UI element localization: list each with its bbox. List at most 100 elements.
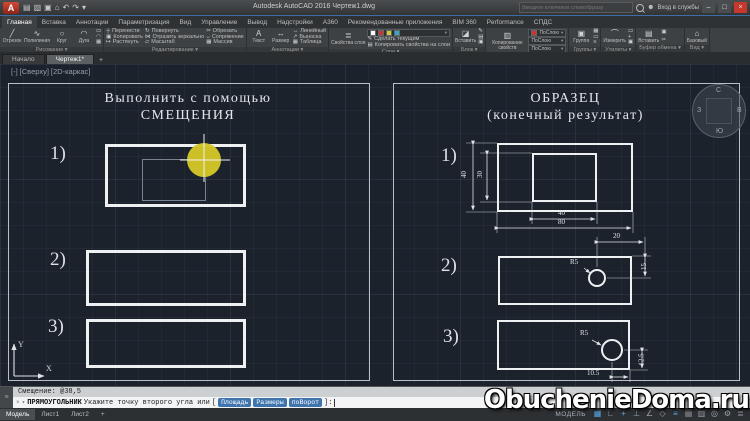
ribbon-tab[interactable]: Главная xyxy=(2,16,37,28)
button-label: Базовый xyxy=(686,37,707,44)
ribbon-tab[interactable]: Аннотации xyxy=(71,16,114,28)
autocad-logo-icon[interactable]: A xyxy=(3,1,19,14)
copy-props-to-layer-button[interactable]: ▤ Копировать свойства на слои xyxy=(367,42,450,49)
viewcube-west-label[interactable]: З xyxy=(697,107,701,114)
ribbon-tab[interactable]: Надстройки xyxy=(272,16,318,28)
table-tool[interactable]: ▦ Таблица xyxy=(292,39,326,46)
option-area[interactable]: Площадь xyxy=(218,398,252,407)
lineweight-combo[interactable]: ПоСлою ▾ xyxy=(528,45,567,52)
object-color-combo[interactable]: ПоСлою ▾ xyxy=(528,29,567,37)
plot-icon[interactable]: ⌂ xyxy=(55,2,60,14)
ribbon-tab[interactable]: A360 xyxy=(318,16,343,28)
open-file-icon[interactable]: ▧ xyxy=(34,2,42,14)
left-fig2-rect[interactable] xyxy=(86,250,246,306)
active-command-name: ПРЯМОУГОЛЬНИК xyxy=(27,398,82,407)
button-label: Текст xyxy=(252,38,266,45)
copy-clip-button[interactable]: ▣ xyxy=(661,29,666,36)
command-line-grip-icon[interactable]: ≡ xyxy=(0,387,13,408)
viewport-menu-control[interactable]: [-] xyxy=(11,67,18,76)
option-rotation[interactable]: поВорот xyxy=(288,398,323,407)
right-fig3-circle[interactable] xyxy=(601,339,623,361)
viewcube-east-label[interactable]: В xyxy=(737,107,742,114)
redo-icon[interactable]: ↷ xyxy=(72,2,79,14)
dim-fig1-inner-width: 40 xyxy=(558,209,565,217)
layout-tab-лист1[interactable]: Лист1 xyxy=(35,409,65,420)
cancel-command-icon[interactable]: × xyxy=(16,399,20,406)
dimension-tool[interactable]: ↔ Размер xyxy=(271,28,291,47)
ribbon-panel: ┼ Перенести ▣ Копировать ↦ Растянуть ↻ Повернут… xyxy=(104,28,247,52)
viewcube-south-label[interactable]: Ю xyxy=(716,128,723,135)
right-fig2-circle[interactable] xyxy=(588,269,606,287)
stretch-tool[interactable]: ↦ Растянуть xyxy=(106,39,143,46)
text-tool[interactable]: A Текст xyxy=(249,28,269,47)
ribbon-tab[interactable]: Рекомендованные приложения xyxy=(343,16,447,28)
viewcube[interactable]: С Ю В З xyxy=(692,84,746,138)
calculator-button[interactable]: ▣ xyxy=(628,39,633,46)
layer-properties-button[interactable]: ≣ Свойства слоя xyxy=(331,28,365,49)
help-search-input[interactable] xyxy=(519,2,634,13)
arc-tool-icon: ◠ xyxy=(80,29,88,39)
group-manager-button[interactable]: ≡ xyxy=(593,39,598,46)
ribbon-tab[interactable]: Параметризация xyxy=(113,16,174,28)
ucs-x-label: X xyxy=(46,364,52,373)
new-file-icon[interactable]: ▤ xyxy=(23,2,31,14)
ribbon-tab[interactable]: Управление xyxy=(196,16,242,28)
cut-clip-button[interactable]: ✂ xyxy=(661,37,666,44)
minimize-button[interactable]: – xyxy=(702,2,715,13)
recent-commands-icon[interactable]: ▾ xyxy=(22,399,26,406)
layout-tab-лист2[interactable]: Лист2 xyxy=(65,409,95,420)
hatch-tool[interactable]: ▦ xyxy=(96,39,101,46)
create-block-button[interactable]: ▣ xyxy=(478,39,483,46)
ribbon-tab[interactable]: Вставка xyxy=(37,16,71,28)
layout-tab-+[interactable]: + xyxy=(95,409,111,420)
window-title: Autodesk AutoCAD 2016 Чертеж1.dwg xyxy=(253,3,375,10)
array-tool[interactable]: ▦ Массив xyxy=(206,39,244,46)
polyline-tool[interactable]: ∿ Полилиния xyxy=(24,28,50,47)
viewcube-north-label[interactable]: С xyxy=(716,87,721,94)
ribbon-tab[interactable]: BIM 360 xyxy=(447,16,481,28)
ribbon-tab[interactable]: Вывод xyxy=(242,16,272,28)
viewcube-face[interactable] xyxy=(706,98,732,124)
panel-label[interactable]: Вид ▾ xyxy=(684,45,709,52)
ribbon-tab[interactable]: Performance xyxy=(482,16,529,28)
measure-button[interactable]: ⌒ Измерить xyxy=(603,28,626,47)
arc-tool[interactable]: ◠ Дуга xyxy=(74,28,94,47)
base-view-button[interactable]: ⌂ Базовый xyxy=(687,28,707,45)
search-icon[interactable] xyxy=(636,3,645,12)
file-tab-bar: Начало Чертеж1* + xyxy=(0,52,750,64)
right-fig1-inner-rect[interactable] xyxy=(532,153,597,202)
layout-tabs: Модель Лист1 Лист2 + xyxy=(0,408,111,420)
button-label: Свойства слоя xyxy=(331,39,366,46)
panel-label[interactable]: Буфер обмена ▾ xyxy=(636,45,684,52)
right-fig2-rect[interactable] xyxy=(498,256,632,305)
close-button[interactable]: × xyxy=(734,2,747,13)
maximize-button[interactable]: □ xyxy=(718,2,731,13)
table-tool-icon: ▦ xyxy=(292,39,298,45)
prompt-text: Укажите точку второго угла или xyxy=(83,398,210,407)
linetype-combo[interactable]: ПоСлою ▾ xyxy=(528,37,567,45)
circle-tool[interactable]: ○ Круг xyxy=(52,28,72,47)
insert-block-button[interactable]: ◪ Вставить xyxy=(455,28,476,47)
save-icon[interactable]: ▣ xyxy=(44,2,52,14)
ribbon-tab[interactable]: Вид xyxy=(175,16,197,28)
option-dimensions[interactable]: Размеры xyxy=(253,398,287,407)
line-tool[interactable]: ╱ Отрезок xyxy=(2,28,22,47)
layout-tab-модель[interactable]: Модель xyxy=(0,408,36,420)
undo-icon[interactable]: ↶ xyxy=(63,2,70,14)
paste-button[interactable]: ▤ Вставить xyxy=(638,28,659,45)
visual-style-control[interactable]: [2D-каркас] xyxy=(51,67,90,76)
match-properties-button[interactable]: ▥ Копирование свойств xyxy=(488,28,526,52)
view-control[interactable]: [Сверху] xyxy=(20,67,49,76)
drawing-area[interactable]: [-] [Сверху] [2D-каркас] Выполнить с пом… xyxy=(0,64,750,386)
workspace-dropdown-icon[interactable]: ▾ xyxy=(82,2,86,14)
group-button[interactable]: ▣ Группа xyxy=(571,28,591,47)
file-tab[interactable]: Начало xyxy=(2,54,45,64)
text-cursor xyxy=(334,398,336,407)
left-fig3-rect[interactable] xyxy=(86,319,246,368)
scale-tool[interactable]: ▱ Масштаб xyxy=(145,39,204,46)
file-tab[interactable]: Чертеж1* xyxy=(45,54,95,64)
ribbon-panel: ⌂ Базовый Вид ▾ xyxy=(684,28,710,52)
ribbon-tab[interactable]: СПДС xyxy=(529,16,557,28)
new-drawing-tab-button[interactable]: + xyxy=(95,57,107,64)
sign-in-link[interactable]: Вход в службы xyxy=(658,5,700,11)
